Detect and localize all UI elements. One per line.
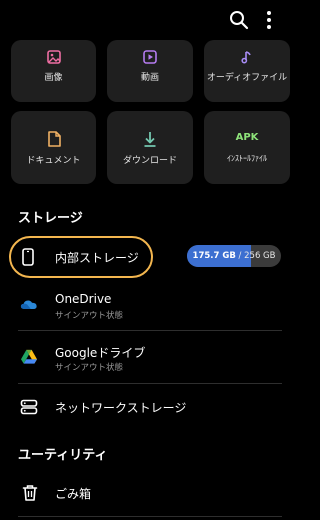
- network-storage-row[interactable]: ネットワークストレージ: [0, 390, 300, 426]
- category-videos-tile[interactable]: 動画: [107, 40, 193, 102]
- search-icon[interactable]: [228, 9, 250, 31]
- onedrive-label: OneDrive: [55, 292, 112, 306]
- google-drive-row[interactable]: Googleドライブ サインアウト状態: [0, 337, 300, 379]
- video-icon: [143, 50, 157, 64]
- apk-icon: APK: [235, 132, 259, 143]
- onedrive-status: サインアウト状態: [55, 311, 124, 321]
- utilities-section-title: ユーティリティ: [18, 448, 108, 463]
- storage-usage-text: 175.7 GB / 256 GB: [187, 245, 281, 267]
- category-downloads-tile[interactable]: ダウンロード: [107, 111, 193, 184]
- google-drive-label: Googleドライブ: [55, 346, 146, 360]
- category-audio-tile[interactable]: オーディオファイル: [204, 40, 290, 102]
- storage-used: 175.7 GB: [192, 251, 236, 261]
- category-apk-tile[interactable]: APK ｲﾝｽﾄｰﾙﾌｧｲﾙ: [204, 111, 290, 184]
- document-icon: [47, 131, 61, 147]
- category-images-tile[interactable]: 画像: [11, 40, 96, 102]
- download-icon: [144, 132, 156, 147]
- category-label: ｲﾝｽﾄｰﾙﾌｧｲﾙ: [227, 154, 267, 163]
- storage-separator: /: [235, 251, 245, 261]
- network-storage-icon: [20, 399, 38, 415]
- more-options-icon[interactable]: [259, 9, 279, 31]
- category-label: オーディオファイル: [206, 73, 288, 83]
- onedrive-row[interactable]: OneDrive サインアウト状態: [0, 286, 300, 326]
- trash-row[interactable]: ごみ箱: [0, 475, 300, 511]
- divider: [18, 383, 282, 384]
- storage-usage-badge: 175.7 GB / 256 GB: [187, 245, 281, 267]
- storage-section-title: ストレージ: [18, 211, 83, 226]
- google-drive-status: サインアウト状態: [55, 363, 124, 373]
- category-label: ドキュメント: [26, 156, 81, 166]
- top-app-bar: [0, 0, 300, 40]
- music-note-icon: [241, 51, 251, 64]
- network-storage-label: ネットワークストレージ: [55, 401, 187, 415]
- onedrive-cloud-icon: [20, 300, 37, 309]
- highlight-ring: [9, 236, 153, 278]
- category-label: ダウンロード: [122, 156, 177, 166]
- image-icon: [46, 50, 61, 64]
- category-label: 動画: [140, 73, 159, 83]
- trash-label: ごみ箱: [55, 487, 92, 501]
- google-drive-icon: [21, 349, 37, 364]
- divider: [18, 516, 282, 517]
- trash-icon: [22, 485, 38, 501]
- storage-total: 256 GB: [244, 251, 276, 261]
- divider: [18, 330, 282, 331]
- category-label: 画像: [44, 73, 63, 83]
- category-documents-tile[interactable]: ドキュメント: [11, 111, 96, 184]
